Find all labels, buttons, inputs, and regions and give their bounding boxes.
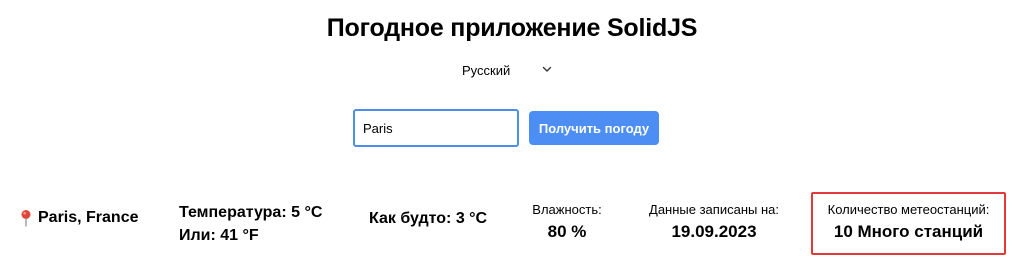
stations-value: 10 Много станций: [833, 222, 984, 241]
chevron-down-icon: [542, 66, 552, 72]
get-weather-button[interactable]: Получить погоду: [529, 111, 659, 145]
language-selected-value: Русский: [462, 62, 511, 78]
language-select[interactable]: Русский: [452, 58, 562, 82]
humidity-label: Влажность:: [532, 202, 602, 217]
temperature-block: Температура: 5 °C Или: 41 °F: [179, 201, 322, 247]
temperature-celsius: Температура: 5 °C: [179, 204, 323, 221]
stations-label: Количество метеостанций:: [827, 202, 990, 217]
city-input[interactable]: [353, 109, 519, 147]
temperature-fahrenheit: Или: 41 °F: [179, 227, 259, 244]
map-pin-icon: [21, 210, 31, 227]
humidity-block: Влажность: 80 %: [519, 202, 615, 242]
humidity-value: 80 %: [547, 222, 587, 241]
stations-block: Количество метеостанций: 10 Много станци…: [811, 192, 1006, 255]
location: Paris, France: [19, 209, 139, 227]
location-label: Paris, France: [38, 209, 139, 226]
recorded-date-value: 19.09.2023: [671, 222, 757, 241]
recorded-date-label: Данные записаны на:: [649, 202, 779, 217]
recorded-date-block: Данные записаны на: 19.09.2023: [636, 202, 792, 242]
feels-like: Как будто: 3 °C: [369, 210, 488, 227]
page-title: Погодное приложение SolidJS: [326, 14, 698, 42]
